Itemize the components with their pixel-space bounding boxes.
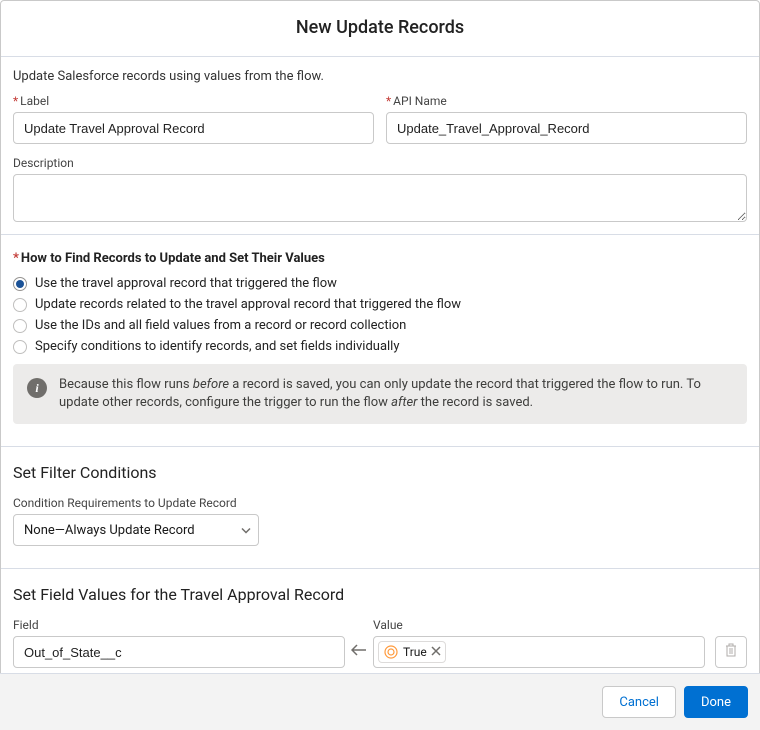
field-col: Field (13, 618, 345, 668)
radio-label: Update records related to the travel app… (35, 297, 461, 312)
info-text: Because this flow runs before a record i… (59, 376, 733, 412)
modal-body: Update Salesforce records using values f… (1, 57, 759, 724)
modal-footer: Cancel Done (0, 673, 760, 730)
api-name-input[interactable] (386, 112, 747, 144)
api-name-label: *API Name (386, 94, 747, 108)
label-field-label: *Label (13, 94, 374, 108)
field-label: Field (13, 618, 345, 632)
value-label: Value (373, 618, 705, 632)
globalconstant-icon (383, 644, 399, 660)
api-name-field-col: *API Name (386, 94, 747, 144)
value-col: Value True (373, 618, 705, 668)
field-input[interactable] (13, 636, 345, 668)
intro-text: Update Salesforce records using values f… (1, 69, 759, 94)
radio-option-ids-fields[interactable]: Use the IDs and all field values from a … (13, 318, 747, 333)
radio-icon (13, 298, 27, 312)
how-to-find-heading: *How to Find Records to Update and Set T… (13, 251, 747, 266)
description-col: Description (13, 156, 747, 222)
label-field-col: *Label (13, 94, 374, 144)
value-pill[interactable]: True (378, 641, 446, 663)
radio-label: Specify conditions to identify records, … (35, 339, 400, 354)
required-indicator: * (13, 94, 18, 108)
radio-label: Use the IDs and all field values from a … (35, 318, 406, 333)
modal-header: New Update Records (1, 1, 759, 57)
how-to-find-section: *How to Find Records to Update and Set T… (1, 235, 759, 434)
arrow-col (349, 644, 369, 668)
pill-label: True (403, 645, 427, 659)
close-icon[interactable] (431, 645, 441, 659)
done-button[interactable]: Done (684, 686, 748, 718)
radio-option-triggered-record[interactable]: Use the travel approval record that trig… (13, 276, 747, 291)
radio-icon (13, 319, 27, 333)
trash-icon (724, 643, 738, 661)
label-api-row: *Label *API Name (1, 94, 759, 144)
label-input[interactable] (13, 112, 374, 144)
select-value: None—Always Update Record (13, 514, 259, 546)
radio-icon (13, 277, 27, 291)
radio-label: Use the travel approval record that trig… (35, 276, 337, 291)
radio-option-related-records[interactable]: Update records related to the travel app… (13, 297, 747, 312)
arrow-left-icon (351, 644, 367, 660)
filter-title: Set Filter Conditions (13, 463, 747, 482)
info-icon: i (27, 378, 47, 398)
modal-title: New Update Records (1, 17, 759, 38)
delete-row-button[interactable] (715, 636, 747, 668)
condition-req-select[interactable]: None—Always Update Record (13, 514, 259, 546)
required-indicator: * (386, 94, 391, 108)
value-input[interactable]: True (373, 636, 705, 668)
field-value-row: Field Value True (13, 618, 747, 668)
filter-section: Set Filter Conditions Condition Requirem… (1, 447, 759, 556)
info-banner: i Because this flow runs before a record… (13, 364, 747, 424)
required-indicator: * (13, 251, 19, 266)
description-textarea[interactable] (13, 174, 747, 222)
cancel-button[interactable]: Cancel (602, 686, 676, 718)
description-label: Description (13, 156, 747, 170)
condition-req-label: Condition Requirements to Update Record (13, 496, 747, 510)
set-fields-title: Set Field Values for the Travel Approval… (13, 585, 747, 604)
description-row: Description (1, 156, 759, 222)
radio-icon (13, 340, 27, 354)
radio-option-specify-conditions[interactable]: Specify conditions to identify records, … (13, 339, 747, 354)
